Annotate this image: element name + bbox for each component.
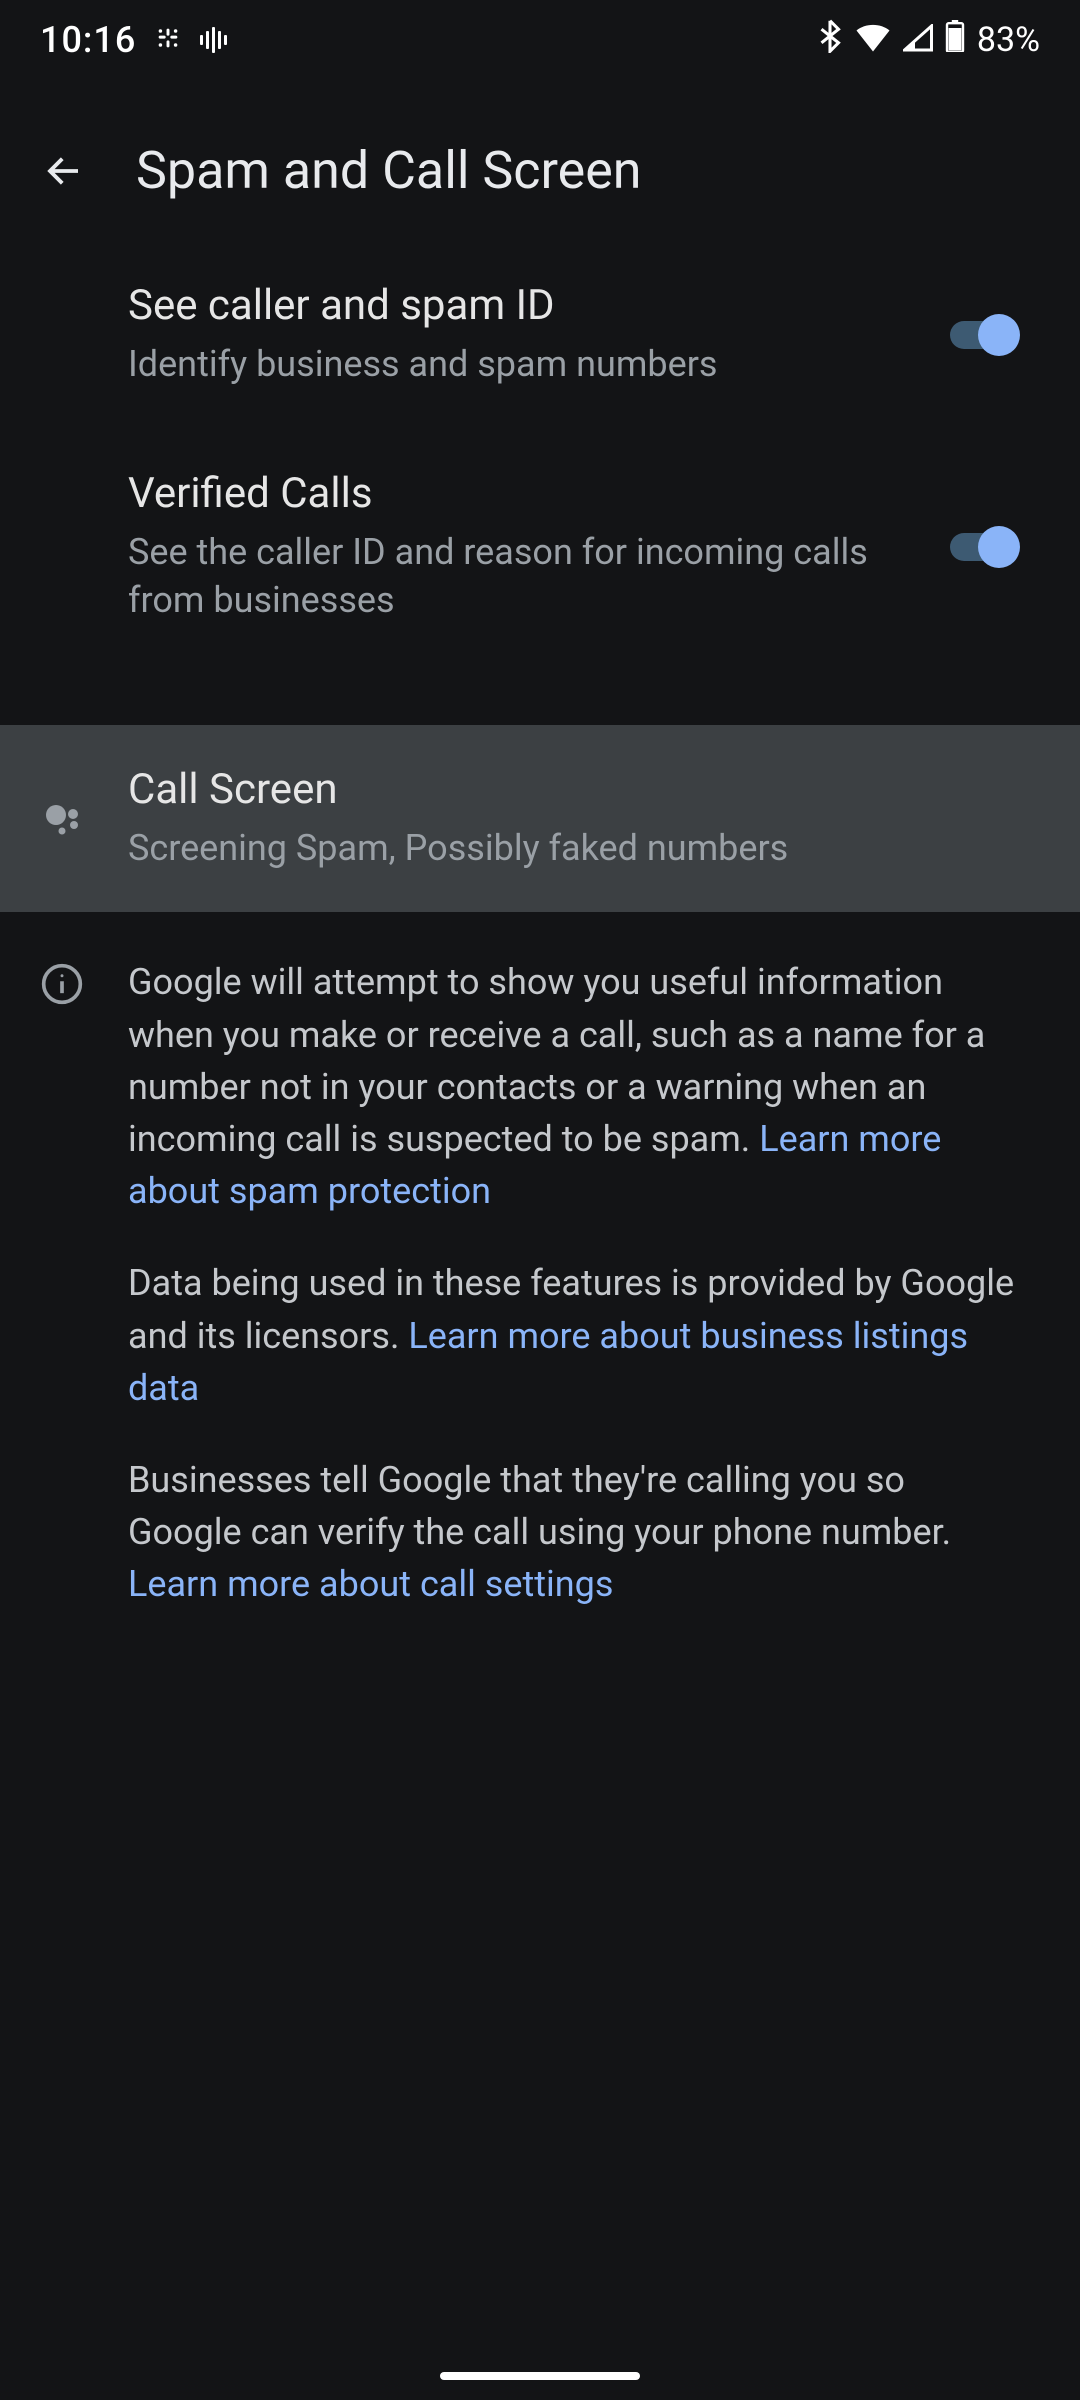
- status-left: 10:16: [40, 19, 227, 61]
- info-paragraph-3: Businesses tell Google that they're call…: [128, 1454, 1020, 1611]
- setting-title: Call Screen: [128, 765, 980, 814]
- toggle-caller-spam-id[interactable]: [940, 315, 1020, 355]
- setting-verified-calls[interactable]: Verified Calls See the caller ID and rea…: [0, 429, 1080, 665]
- bluetooth-icon: [817, 19, 843, 62]
- info-icon: [40, 962, 88, 1010]
- status-time: 10:16: [40, 19, 136, 61]
- assistant-icon: [40, 795, 88, 843]
- slack-icon: [154, 19, 182, 61]
- wifi-icon: [855, 19, 891, 61]
- battery-icon: [945, 19, 965, 61]
- status-bar: 10:16: [0, 0, 1080, 80]
- setting-caller-spam-id[interactable]: See caller and spam ID Identify business…: [0, 241, 1080, 429]
- status-right: 83%: [817, 19, 1040, 62]
- setting-subtitle: Identify business and spam numbers: [128, 340, 900, 389]
- app-header: Spam and Call Screen: [0, 80, 1080, 241]
- back-button[interactable]: [40, 147, 88, 195]
- info-paragraph-2: Data being used in these features is pro…: [128, 1257, 1020, 1414]
- setting-subtitle: See the caller ID and reason for incomin…: [128, 528, 900, 625]
- setting-title: See caller and spam ID: [128, 281, 900, 330]
- link-call-settings[interactable]: Learn more about call settings: [128, 1563, 613, 1605]
- setting-call-screen[interactable]: Call Screen Screening Spam, Possibly fak…: [0, 725, 1080, 913]
- info-text-3: Businesses tell Google that they're call…: [128, 1459, 951, 1553]
- info-section: Google will attempt to show you useful i…: [0, 916, 1080, 1690]
- page-title: Spam and Call Screen: [136, 140, 642, 201]
- toggle-verified-calls[interactable]: [940, 527, 1020, 567]
- info-paragraph-1: Google will attempt to show you useful i…: [128, 956, 1020, 1217]
- navigation-handle[interactable]: [440, 2372, 640, 2380]
- setting-title: Verified Calls: [128, 469, 900, 518]
- battery-percentage: 83%: [977, 20, 1040, 60]
- audio-visualizer-icon: [200, 27, 227, 53]
- setting-subtitle: Screening Spam, Possibly faked numbers: [128, 824, 980, 873]
- info-text: Google will attempt to show you useful i…: [128, 956, 1020, 1650]
- signal-icon: [903, 19, 933, 61]
